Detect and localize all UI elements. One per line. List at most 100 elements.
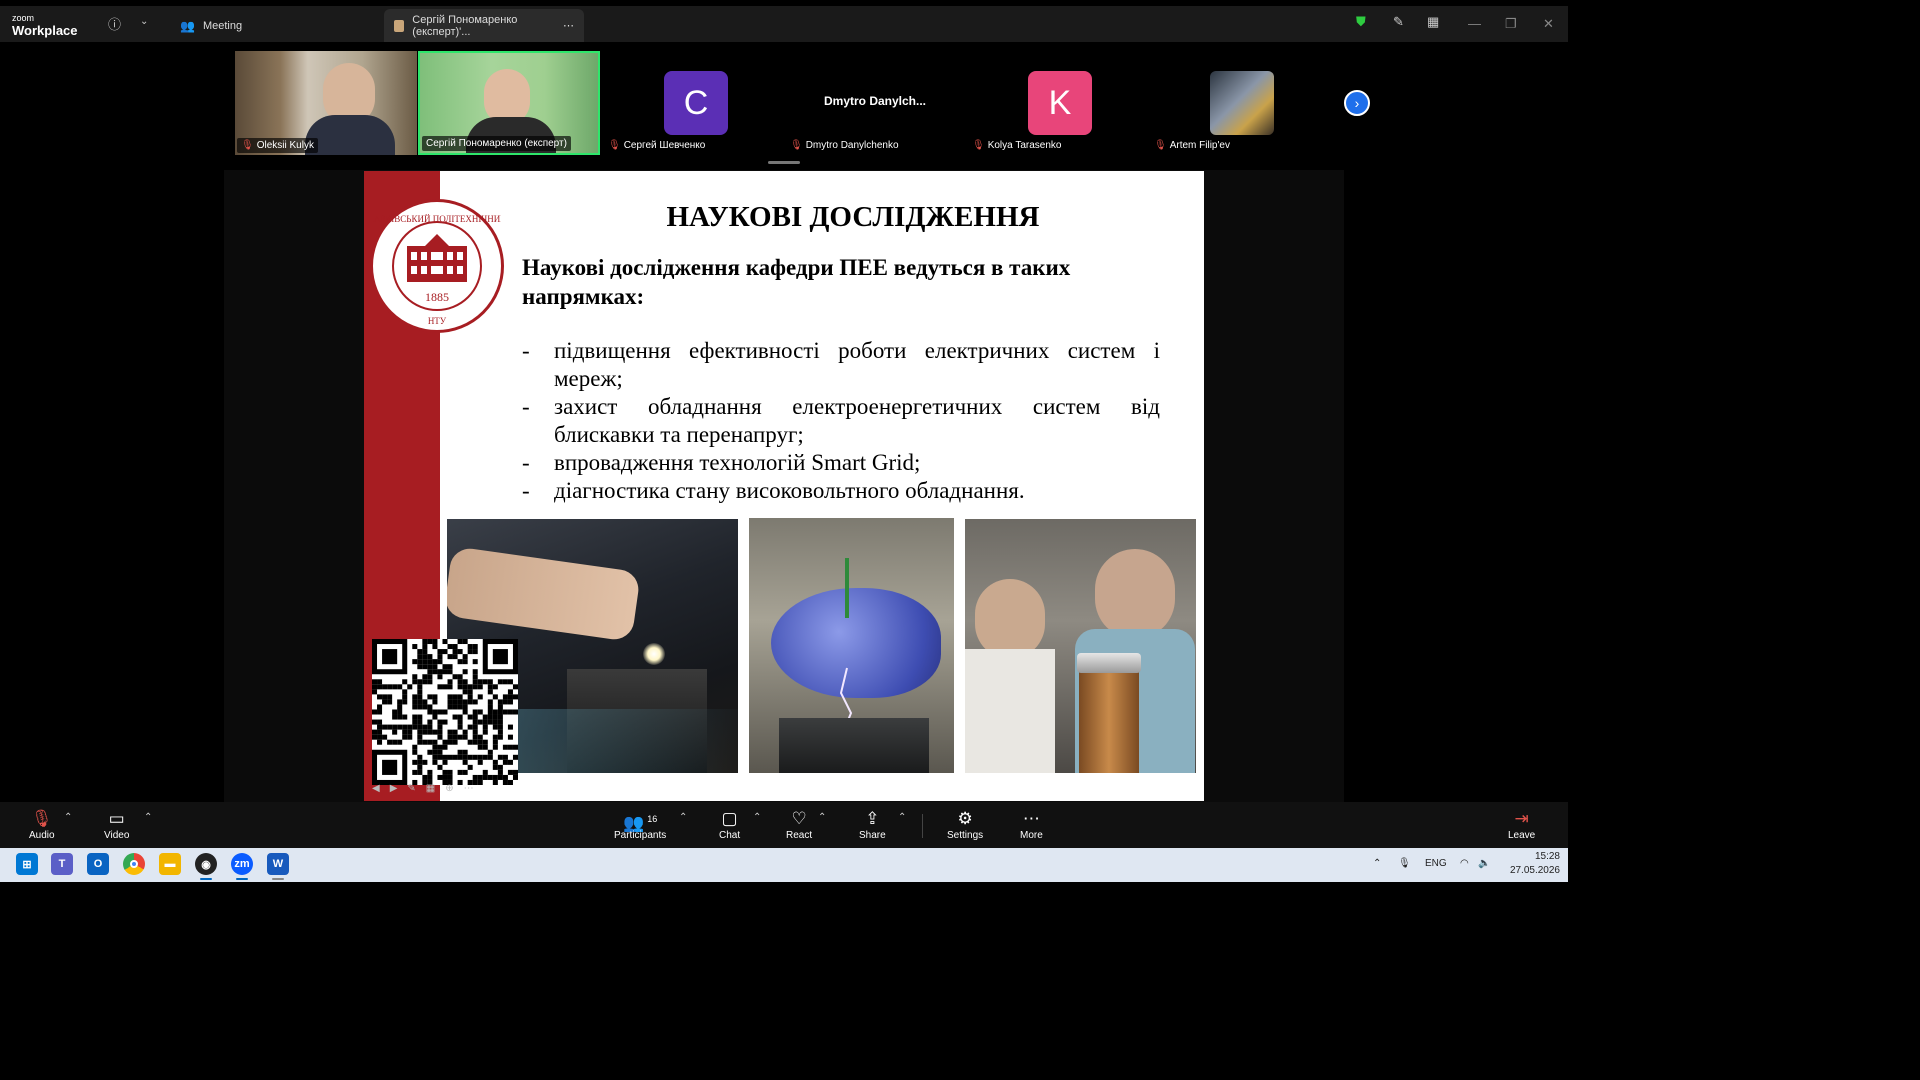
qr-module [462, 699, 468, 705]
qr-module [397, 684, 403, 690]
participant-name: 🎙 Kolya Tarasenko [968, 138, 1066, 153]
participant-tile-active[interactable]: Сергій Пономаренко (експерт) [418, 51, 600, 155]
windows-start-icon[interactable]: ⊞ [16, 853, 38, 875]
qr-module [457, 734, 463, 740]
mic-tray-icon[interactable]: 🎙 [1398, 858, 1411, 869]
qr-module [507, 709, 513, 715]
qr-module [417, 704, 423, 710]
audio-options-caret[interactable]: ⌃ [64, 812, 72, 823]
qr-module [442, 709, 448, 715]
qr-module [447, 734, 453, 740]
zoom-app-icon[interactable]: zm [231, 853, 253, 875]
qr-module [492, 774, 498, 780]
share-options-caret[interactable]: ⌃ [898, 812, 906, 823]
more-icon[interactable]: ⋯ [464, 783, 474, 794]
qr-module [427, 749, 433, 755]
qr-module [432, 749, 438, 755]
active-app-indicator [200, 878, 212, 880]
more-button[interactable]: ⋯ More [1020, 808, 1043, 841]
chat-button[interactable]: ▢ Chat [719, 808, 740, 841]
qr-module [462, 734, 468, 740]
qr-module [467, 689, 473, 695]
more-options-icon[interactable]: ⋯ [563, 19, 574, 32]
active-app-indicator [236, 878, 248, 880]
chat-options-caret[interactable]: ⌃ [753, 812, 761, 823]
next-page-button[interactable]: › [1344, 90, 1370, 116]
react-button[interactable]: ♡ React [786, 808, 812, 841]
participant-tile[interactable]: C 🎙 Сергей Шевченко [602, 51, 784, 155]
tray-overflow-icon[interactable]: ⌃ [1373, 858, 1381, 869]
qr-module [447, 754, 453, 760]
qr-module [502, 774, 508, 780]
qr-module [437, 734, 443, 740]
language-indicator[interactable]: ENG [1425, 858, 1447, 869]
qr-module [407, 684, 413, 690]
prev-slide-icon[interactable]: ◀ [372, 783, 380, 794]
participant-tile[interactable]: K 🎙 Kolya Tarasenko [966, 51, 1148, 155]
qr-module [417, 714, 423, 720]
qr-module [482, 714, 488, 720]
qr-module [457, 659, 463, 665]
zoom-icon[interactable]: ⊕ [445, 783, 453, 794]
outlook-icon[interactable]: O [87, 853, 109, 875]
pen-icon[interactable]: ✎ [1393, 14, 1404, 30]
participant-tile[interactable]: 🎙 Artem Filip'ev [1148, 51, 1330, 155]
camera-icon: ▭ [108, 809, 125, 828]
qr-module [442, 664, 448, 670]
qr-module [387, 739, 393, 745]
qr-code[interactable] [372, 639, 518, 785]
word-icon[interactable]: W [267, 853, 289, 875]
participants-button[interactable]: 👥 16 Participants [614, 808, 666, 841]
tab-share[interactable]: Сергій Пономаренко (експерт)'... ⋯ [384, 9, 584, 42]
pen-tool-icon[interactable]: ✎ [407, 783, 415, 794]
react-options-caret[interactable]: ⌃ [818, 812, 826, 823]
qr-module [492, 694, 498, 700]
qr-module [412, 644, 418, 650]
tab-meeting[interactable]: 👥 Meeting [170, 9, 252, 42]
qr-module [437, 709, 443, 715]
file-explorer-icon[interactable]: ▬ [159, 853, 181, 875]
obs-icon[interactable]: ◉ [195, 853, 217, 875]
share-button[interactable]: ⇪ Share [859, 808, 886, 841]
qr-module [427, 739, 433, 745]
qr-module [447, 739, 453, 745]
qr-module [407, 724, 413, 730]
video-button[interactable]: ▭ Video [104, 808, 129, 841]
participant-tile[interactable]: Dmytro Danylch... 🎙 Dmytro Danylchenko [784, 51, 966, 155]
chevron-down-icon[interactable]: ⌄ [140, 16, 148, 27]
volume-icon[interactable]: 🔈 [1478, 858, 1490, 869]
qr-module [422, 644, 428, 650]
qr-module [377, 729, 383, 735]
info-icon[interactable]: ⓘ [108, 14, 121, 33]
slides-grid-icon[interactable]: ▦ [426, 783, 435, 794]
qr-module [502, 759, 508, 765]
video-options-caret[interactable]: ⌃ [144, 812, 152, 823]
participants-options-caret[interactable]: ⌃ [679, 812, 687, 823]
participant-tile[interactable]: 🎙 Oleksii Kulyk [235, 51, 417, 155]
audio-button[interactable]: 🎙 Audio [29, 808, 55, 841]
system-clock[interactable]: 15:28 27.05.2026 [1500, 850, 1560, 878]
chrome-icon[interactable] [123, 853, 145, 875]
qr-module [422, 679, 428, 685]
shield-icon[interactable]: ⛊ [1356, 14, 1366, 30]
qr-module [437, 684, 443, 690]
qr-module [512, 774, 518, 780]
close-icon[interactable]: ✕ [1543, 16, 1554, 32]
strip-resize-handle[interactable] [768, 161, 800, 164]
leave-button[interactable]: ⇥ Leave [1508, 808, 1535, 841]
person-body [305, 115, 395, 155]
grid-icon[interactable]: ▦ [1427, 14, 1439, 30]
qr-module [472, 674, 478, 680]
restore-icon[interactable]: ❐ [1505, 16, 1517, 32]
qr-module [432, 639, 438, 645]
teams-icon[interactable]: T [51, 853, 73, 875]
qr-module [497, 709, 503, 715]
minimize-icon[interactable]: — [1468, 16, 1481, 31]
qr-module [412, 694, 418, 700]
bullet-item: впровадження технологій Smart Grid; [522, 449, 1160, 477]
heart-icon: ♡ [791, 809, 807, 828]
wifi-icon[interactable]: ◠ [1460, 858, 1469, 869]
settings-button[interactable]: ⚙ Settings [947, 808, 983, 841]
user-photo-icon [394, 19, 405, 32]
next-slide-icon[interactable]: ▶ [390, 783, 398, 794]
